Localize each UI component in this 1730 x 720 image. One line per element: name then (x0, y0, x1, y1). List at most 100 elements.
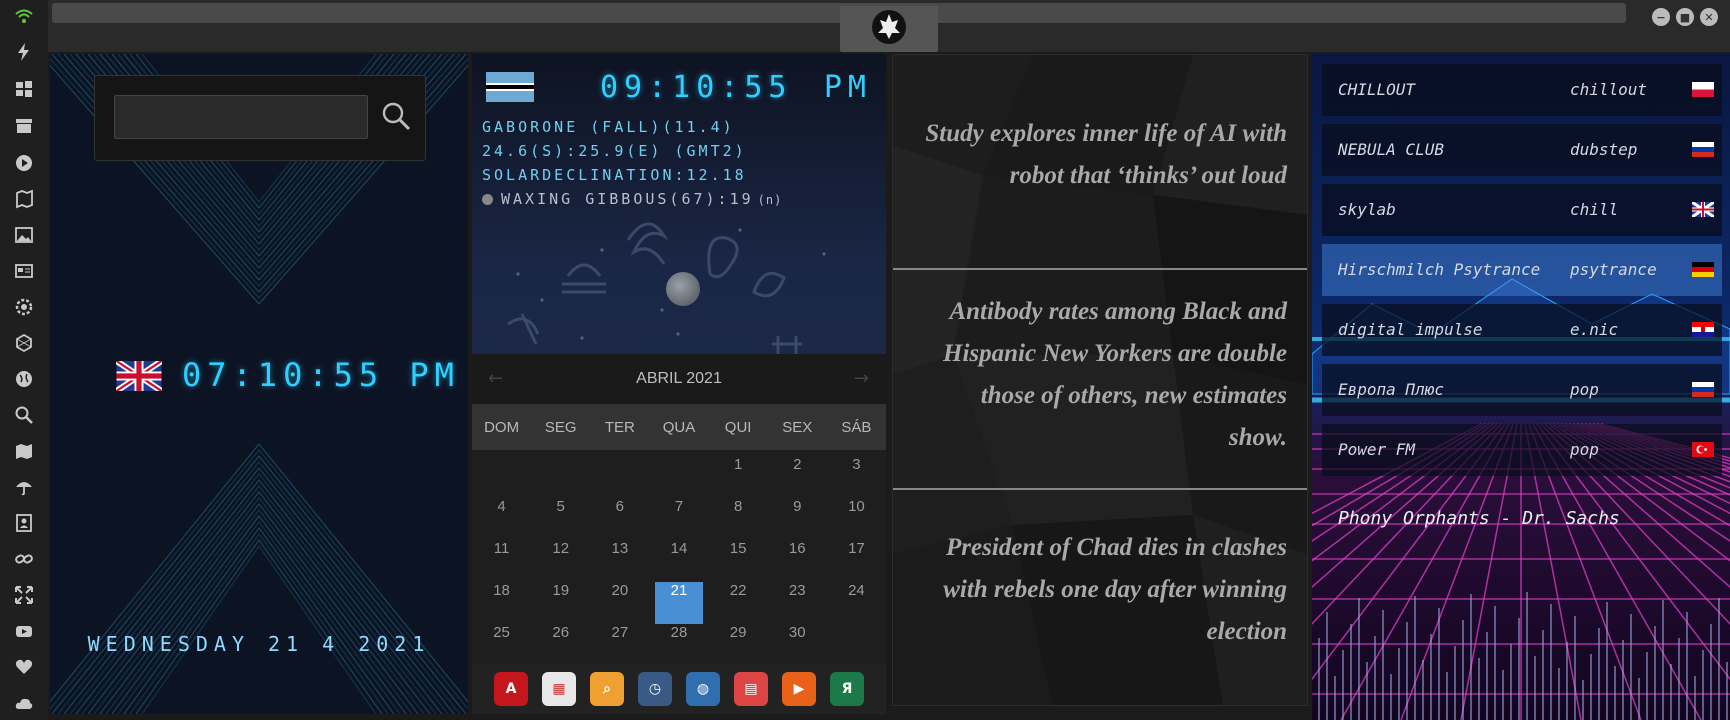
station-row[interactable]: Hirschmilch Psytrance psytrance (1322, 244, 1722, 296)
calendar-day[interactable]: 16 (768, 540, 827, 582)
lightning-icon[interactable] (12, 40, 36, 64)
pattern-line (93, 497, 425, 714)
spectrum-bar (1598, 628, 1600, 720)
station-genre: psytrance (1570, 260, 1657, 279)
station-row[interactable]: Power FM pop (1322, 424, 1722, 476)
image-icon[interactable] (12, 223, 36, 247)
station-row[interactable]: digital impulse e.nic (1322, 304, 1722, 356)
pattern-line (51, 455, 467, 714)
calendar-day[interactable]: 26 (531, 624, 590, 666)
windows-icon[interactable] (12, 77, 36, 101)
spectrum-bar (1646, 652, 1648, 720)
calendar-day[interactable]: 23 (768, 582, 827, 624)
spectrum-bar (1486, 632, 1488, 720)
arrow-app-icon[interactable]: ▶ (782, 672, 816, 706)
calendar-day (590, 456, 649, 498)
calendar-day[interactable]: 17 (827, 540, 886, 582)
globe-icon[interactable] (12, 367, 36, 391)
calendar-day[interactable]: 15 (709, 540, 768, 582)
news-widget: Study explores inner life of AI with rob… (892, 54, 1308, 706)
station-row[interactable]: skylab chill (1322, 184, 1722, 236)
map-marker-icon[interactable] (12, 187, 36, 211)
calendar-day[interactable]: 2 (768, 456, 827, 498)
play-icon[interactable] (12, 151, 36, 175)
rebel-alliance-logo-tab[interactable] (840, 6, 938, 52)
youtube-icon[interactable] (12, 619, 36, 643)
clock-app-icon[interactable]: ◷ (638, 672, 672, 706)
calendar-day[interactable]: 6 (590, 498, 649, 540)
station-genre: chillout (1570, 80, 1648, 99)
close-button[interactable]: ✕ (1700, 8, 1718, 26)
hexagon-icon[interactable] (12, 331, 36, 355)
news-headline[interactable]: Antibody rates among Black and Hispanic … (927, 291, 1287, 459)
calendar-day[interactable]: 1 (709, 456, 768, 498)
news-divider (893, 488, 1307, 490)
expand-icon[interactable] (12, 583, 36, 607)
calendar-day[interactable]: 18 (472, 582, 531, 624)
spectrum-bar (1502, 670, 1504, 720)
calendar-day[interactable]: 28 (649, 624, 708, 666)
news-headline[interactable]: Study explores inner life of AI with rob… (917, 113, 1287, 197)
next-month-arrow-icon[interactable]: → (854, 368, 874, 389)
calendar-day[interactable]: 8 (709, 498, 768, 540)
calendar-day[interactable]: 12 (531, 540, 590, 582)
link-icon[interactable] (12, 547, 36, 571)
spectrum-bar (1710, 624, 1712, 720)
wifi-icon[interactable] (12, 4, 36, 28)
calendar-day[interactable]: 3 (827, 456, 886, 498)
spectrum-bar (1718, 598, 1720, 720)
station-row[interactable]: Европа Плюс pop (1322, 364, 1722, 416)
station-row[interactable]: CHILLOUT chillout (1322, 64, 1722, 116)
spectrum-bar (1422, 660, 1424, 720)
cog-icon[interactable] (12, 295, 36, 319)
heart-icon[interactable] (12, 655, 36, 679)
calendar-day[interactable]: 24 (827, 582, 886, 624)
news-icon[interactable] (12, 259, 36, 283)
maximize-button[interactable]: ■ (1676, 8, 1694, 26)
station-row[interactable]: NEBULA CLUB dubstep (1322, 124, 1722, 176)
calendar-day[interactable]: 14 (649, 540, 708, 582)
calendar-day[interactable]: 30 (768, 624, 827, 666)
map-icon[interactable] (12, 439, 36, 463)
cloud-icon[interactable] (12, 691, 36, 715)
spectrum-bar (1686, 612, 1688, 720)
acrobat-icon[interactable]: A (494, 672, 528, 706)
search-app-icon[interactable]: ⌕ (590, 672, 624, 706)
spectrum-bar (1542, 630, 1544, 720)
calendar-day[interactable]: 10 (827, 498, 886, 540)
calendar-day[interactable]: 4 (472, 498, 531, 540)
spectrum-bar (1590, 654, 1592, 720)
calendar-day[interactable]: 27 (590, 624, 649, 666)
libra-symbol (562, 263, 606, 294)
rebel-alliance-logo-icon (872, 10, 906, 44)
spectrum-bar (1494, 606, 1496, 720)
calendar-day[interactable]: 20 (590, 582, 649, 624)
calendar-header: ← ABRIL 2021 → (472, 354, 886, 404)
yandex-icon[interactable]: Я (830, 672, 864, 706)
calendar-day[interactable]: 19 (531, 582, 590, 624)
calendar-day[interactable]: 29 (709, 624, 768, 666)
station-name: Европа Плюс (1338, 380, 1444, 399)
calendar-day[interactable]: 22 (709, 582, 768, 624)
umbrella-icon[interactable] (12, 475, 36, 499)
title-bar-strip[interactable] (52, 3, 1626, 23)
calendar-day[interactable]: 7 (649, 498, 708, 540)
archive-icon[interactable] (12, 114, 36, 138)
calendar-day[interactable]: 5 (531, 498, 590, 540)
news-headline[interactable]: President of Chad dies in clashes with r… (907, 527, 1287, 653)
calendar-day[interactable]: 9 (768, 498, 827, 540)
globe-app-icon[interactable]: ◍ (686, 672, 720, 706)
calendar-day[interactable]: 13 (590, 540, 649, 582)
search-input[interactable] (114, 95, 368, 139)
calendar-day[interactable]: 25 (472, 624, 531, 666)
date-app-icon[interactable]: ▤ (734, 672, 768, 706)
contacts-icon[interactable] (12, 511, 36, 535)
calendar-app-icon[interactable]: ▦ (542, 672, 576, 706)
spectrum-bar (1654, 626, 1656, 720)
search-icon[interactable] (12, 403, 36, 427)
spectrum-bar (1350, 624, 1352, 720)
calendar-day[interactable]: 11 (472, 540, 531, 582)
search-icon[interactable] (378, 98, 414, 134)
calendar-day-today[interactable]: 21 (655, 582, 703, 624)
minimize-button[interactable]: − (1652, 8, 1670, 26)
